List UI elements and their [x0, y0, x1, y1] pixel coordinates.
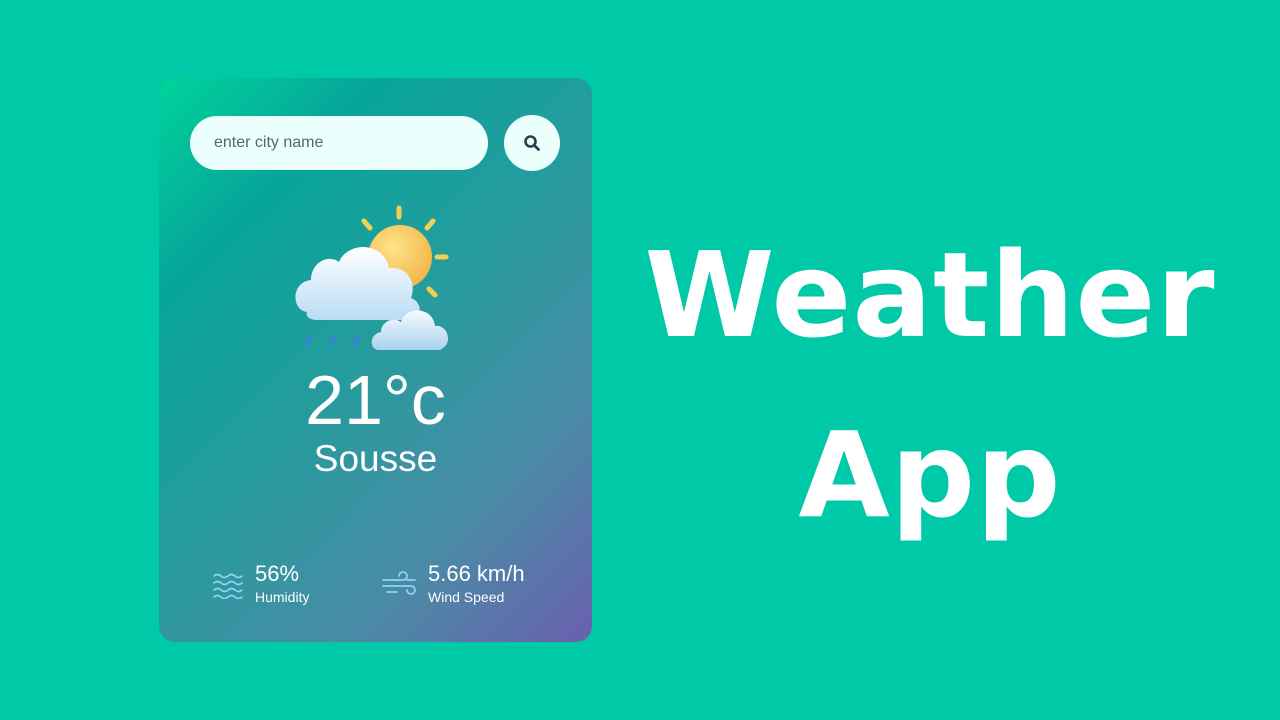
- humidity-detail: 56% Humidity: [212, 561, 352, 611]
- stage: 21°c Sousse 56% Humidity: [0, 0, 1280, 720]
- weather-card: 21°c Sousse 56% Humidity: [159, 78, 592, 642]
- headline-line-1: Weather: [644, 226, 1216, 364]
- temperature: 21°c: [305, 361, 446, 439]
- headline: Weather App: [620, 205, 1240, 565]
- search-input[interactable]: [190, 116, 488, 170]
- search-row: [190, 115, 560, 171]
- wind-icon: [382, 571, 416, 595]
- wind-detail: 5.66 km/h Wind Speed: [381, 561, 571, 611]
- city-name: Sousse: [313, 438, 438, 479]
- partly-cloudy-rain-icon: [295, 205, 449, 350]
- wind-label: Wind Speed: [428, 589, 505, 605]
- humidity-label: Humidity: [255, 589, 310, 605]
- humidity-value: 56%: [255, 561, 300, 586]
- search-button[interactable]: [504, 115, 560, 171]
- waves-icon: [213, 573, 243, 599]
- headline-line-2: App: [798, 406, 1062, 544]
- search-icon: [524, 135, 540, 151]
- wind-value: 5.66 km/h: [428, 561, 525, 586]
